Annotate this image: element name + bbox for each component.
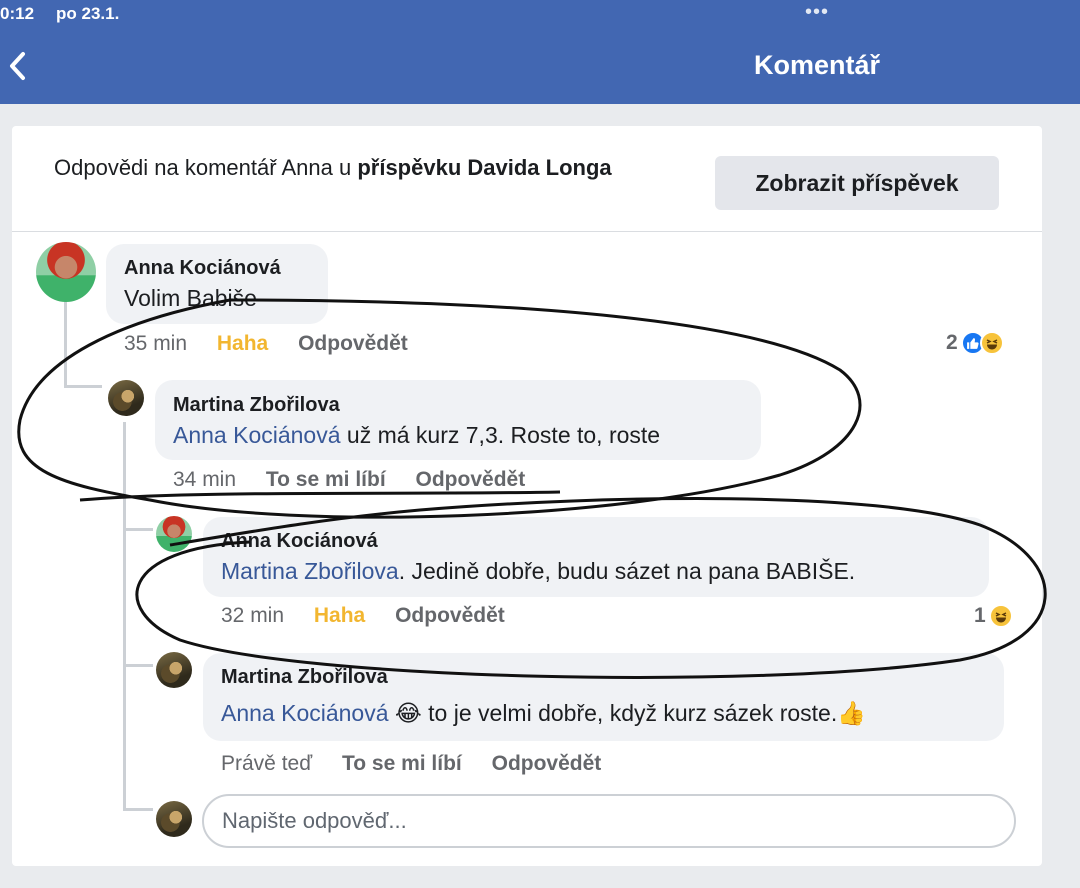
top-bar: 0:12 po 23.1. ••• Komentář [0,0,1080,104]
page-title: Komentář [754,50,881,80]
reaction-summary[interactable]: 2 [946,331,1004,355]
reaction-button[interactable]: Haha [314,604,365,627]
chevron-left-icon [10,52,25,80]
comment-text: Volim Babiše [124,285,257,311]
reply-button[interactable]: Odpovědět [395,604,505,627]
comment-text: Anna Kociánová už má kurz 7,3. Roste to,… [173,422,660,449]
more-dots-icon[interactable]: ••• [805,2,829,22]
mention-link[interactable]: Anna Kociánová [221,700,389,726]
show-post-button[interactable]: Zobrazit příspěvek [715,156,999,210]
thread-line [123,528,153,531]
comment-actions: 34 min To se mi líbí Odpovědět [173,468,525,492]
mention-link[interactable]: Martina Zbořilova [221,558,399,584]
comment-time: 34 min [173,468,237,491]
comment-text: Anna Kociánová 😂 to je velmi dobře, když… [221,700,866,727]
avatar[interactable] [156,652,192,688]
thread-line [123,808,153,811]
comment-text: Martina Zbořilova. Jedině dobře, budu sá… [221,558,855,585]
status-time: 0:12 [0,4,35,23]
avatar[interactable] [108,380,144,416]
like-button[interactable]: To se mi líbí [342,752,462,775]
comment-author[interactable]: Martina Zbořilova [221,666,388,689]
reaction-count: 2 [946,331,958,354]
thread-line [123,664,153,667]
thread-line [64,298,67,388]
post-link[interactable]: příspěvku Davida Longa [357,155,611,180]
avatar[interactable] [156,516,192,552]
reply-button[interactable]: Odpovědět [492,752,602,775]
comment-text-body: to je velmi dobře, když kurz sázek roste… [421,700,838,726]
comment-text-body: . Jedině dobře, budu sázet na pana BABIŠ… [398,558,856,584]
comment-time: Právě teď [221,752,313,775]
thread-line [123,422,126,810]
thread-header-text: Odpovědi na komentář Anna u příspěvku Da… [54,154,674,182]
comment-text-body: už má kurz 7,3. Roste to, roste [340,422,661,448]
thread-header: Odpovědi na komentář Anna u příspěvku Da… [12,126,1042,232]
reply-input[interactable]: Napište odpověď... [202,794,1016,848]
haha-icon [988,604,1013,628]
like-button[interactable]: To se mi líbí [266,468,386,491]
mention-link[interactable]: Anna Kociánová [173,422,341,448]
comment-time: 32 min [221,604,285,627]
status-date: po 23.1. [56,4,120,23]
comment-actions: 32 min Haha Odpovědět [221,604,505,628]
comments-card: Odpovědi na komentář Anna u příspěvku Da… [12,126,1042,866]
tears-of-joy-emoji-icon: 😂 [394,700,422,726]
comment-author[interactable]: Anna Kociánová [124,257,281,280]
reply-button[interactable]: Odpovědět [416,468,526,491]
thread-header-prefix: Odpovědi na komentář Anna u [54,155,358,180]
reply-button[interactable]: Odpovědět [298,332,408,355]
reaction-button[interactable]: Haha [217,332,268,355]
comment-actions: Právě teď To se mi líbí Odpovědět [221,752,601,776]
thumbs-up-emoji-icon: 👍 [837,700,866,726]
comment-author[interactable]: Anna Kociánová [221,530,378,553]
current-user-avatar [156,801,192,837]
comment-author[interactable]: Martina Zbořilova [173,394,340,417]
comment-time: 35 min [124,332,188,355]
comment-bubble [203,517,989,597]
reaction-count: 1 [974,604,986,627]
thread-line [64,385,102,388]
avatar[interactable] [36,242,96,302]
haha-icon [979,331,1004,355]
comment-actions: 35 min Haha Odpovědět [124,332,408,356]
comment-bubble [106,244,328,324]
reaction-summary[interactable]: 1 [974,604,1013,628]
back-button[interactable] [6,48,30,84]
